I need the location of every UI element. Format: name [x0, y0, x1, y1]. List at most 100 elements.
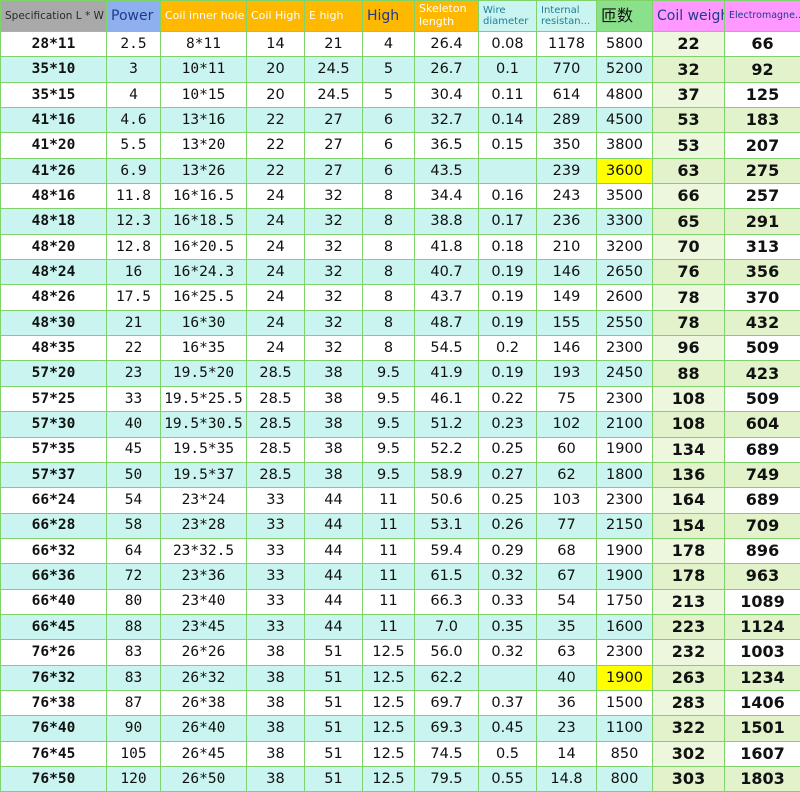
spec-cell[interactable]: 66*24 — [0, 487, 107, 514]
e-high-cell[interactable]: 51 — [304, 664, 363, 691]
electromagnet-cell[interactable]: 689 — [724, 436, 800, 463]
coil-weight-cell[interactable]: 37 — [652, 81, 725, 109]
coil-inner-hole-cell[interactable]: 23*32.5 — [160, 537, 247, 565]
coil-high-cell[interactable]: 24 — [246, 309, 305, 337]
power-cell[interactable]: 3 — [106, 56, 161, 83]
wire-diameter-cell[interactable]: 0.33 — [478, 588, 537, 615]
power-cell[interactable]: 80 — [106, 588, 161, 615]
spec-cell[interactable]: 66*32 — [0, 537, 107, 565]
wire-diameter-cell[interactable]: 0.19 — [478, 259, 537, 286]
coil-weight-cell[interactable]: 22 — [652, 30, 725, 58]
wire-diameter-cell[interactable]: 0.25 — [478, 436, 537, 463]
spec-cell[interactable]: 66*36 — [0, 563, 107, 590]
power-cell[interactable]: 21 — [106, 309, 161, 337]
spec-cell[interactable]: 76*50 — [0, 765, 107, 792]
high-cell[interactable]: 4 — [362, 30, 415, 58]
coil-inner-hole-cell[interactable]: 26*45 — [160, 740, 247, 767]
coil-weight-cell[interactable]: 223 — [652, 613, 725, 641]
coil-high-cell[interactable]: 28.5 — [246, 385, 305, 413]
spec-cell[interactable]: 48*30 — [0, 309, 107, 337]
internal-resistance-cell[interactable]: 36 — [536, 689, 597, 717]
spec-cell[interactable]: 48*18 — [0, 208, 107, 235]
coil-inner-hole-cell[interactable]: 19.5*20 — [160, 360, 247, 387]
power-cell[interactable]: 12.3 — [106, 208, 161, 235]
header-specification[interactable]: Specification L * W — [0, 0, 107, 32]
high-cell[interactable]: 5 — [362, 56, 415, 83]
electromagnet-cell[interactable]: 370 — [724, 284, 800, 311]
electromagnet-cell[interactable]: 291 — [724, 208, 800, 235]
header-coil-weight[interactable]: Coil weigh — [652, 0, 725, 32]
electromagnet-cell[interactable]: 1003 — [724, 639, 800, 666]
turns-cell[interactable]: 2650 — [596, 259, 653, 286]
e-high-cell[interactable]: 27 — [304, 132, 363, 159]
high-cell[interactable]: 11 — [362, 487, 415, 514]
wire-diameter-cell[interactable]: 0.55 — [478, 765, 537, 792]
e-high-cell[interactable]: 44 — [304, 512, 363, 539]
power-cell[interactable]: 50 — [106, 461, 161, 489]
coil-weight-cell[interactable]: 283 — [652, 689, 725, 717]
coil-weight-cell[interactable]: 134 — [652, 436, 725, 463]
electromagnet-cell[interactable]: 509 — [724, 385, 800, 413]
high-cell[interactable]: 12.5 — [362, 715, 415, 742]
high-cell[interactable]: 9.5 — [362, 461, 415, 489]
turns-cell[interactable]: 2450 — [596, 360, 653, 387]
electromagnet-cell[interactable]: 183 — [724, 107, 800, 134]
internal-resistance-cell[interactable]: 62 — [536, 461, 597, 489]
skeleton-length-cell[interactable]: 36.5 — [414, 132, 479, 159]
internal-resistance-cell[interactable]: 40 — [536, 664, 597, 691]
power-cell[interactable]: 88 — [106, 613, 161, 641]
electromagnet-cell[interactable]: 896 — [724, 537, 800, 565]
e-high-cell[interactable]: 32 — [304, 233, 363, 261]
spec-cell[interactable]: 28*11 — [0, 30, 107, 58]
header-wire-diameter[interactable]: Wire diameter — [478, 0, 537, 32]
turns-cell[interactable]: 1750 — [596, 588, 653, 615]
e-high-cell[interactable]: 51 — [304, 639, 363, 666]
power-cell[interactable]: 87 — [106, 689, 161, 717]
e-high-cell[interactable]: 38 — [304, 436, 363, 463]
internal-resistance-cell[interactable]: 146 — [536, 259, 597, 286]
skeleton-length-cell[interactable]: 26.7 — [414, 56, 479, 83]
skeleton-length-cell[interactable]: 74.5 — [414, 740, 479, 767]
high-cell[interactable]: 9.5 — [362, 385, 415, 413]
high-cell[interactable]: 6 — [362, 107, 415, 134]
internal-resistance-cell[interactable]: 23 — [536, 715, 597, 742]
wire-diameter-cell[interactable]: 0.27 — [478, 461, 537, 489]
wire-diameter-cell[interactable]: 0.16 — [478, 183, 537, 210]
power-cell[interactable]: 90 — [106, 715, 161, 742]
high-cell[interactable]: 9.5 — [362, 411, 415, 438]
internal-resistance-cell[interactable]: 75 — [536, 385, 597, 413]
electromagnet-cell[interactable]: 1089 — [724, 588, 800, 615]
e-high-cell[interactable]: 27 — [304, 107, 363, 134]
high-cell[interactable]: 6 — [362, 132, 415, 159]
e-high-cell[interactable]: 44 — [304, 588, 363, 615]
coil-high-cell[interactable]: 20 — [246, 56, 305, 83]
skeleton-length-cell[interactable]: 69.3 — [414, 715, 479, 742]
e-high-cell[interactable]: 51 — [304, 765, 363, 792]
spec-cell[interactable]: 76*40 — [0, 715, 107, 742]
coil-high-cell[interactable]: 24 — [246, 259, 305, 286]
wire-diameter-cell[interactable]: 0.11 — [478, 81, 537, 109]
turns-cell[interactable]: 1900 — [596, 436, 653, 463]
internal-resistance-cell[interactable]: 289 — [536, 107, 597, 134]
coil-inner-hole-cell[interactable]: 26*38 — [160, 689, 247, 717]
coil-inner-hole-cell[interactable]: 26*50 — [160, 765, 247, 792]
coil-weight-cell[interactable]: 164 — [652, 487, 725, 514]
power-cell[interactable]: 33 — [106, 385, 161, 413]
internal-resistance-cell[interactable]: 236 — [536, 208, 597, 235]
e-high-cell[interactable]: 44 — [304, 487, 363, 514]
power-cell[interactable]: 22 — [106, 335, 161, 362]
wire-diameter-cell[interactable]: 0.2 — [478, 335, 537, 362]
high-cell[interactable]: 8 — [362, 284, 415, 311]
internal-resistance-cell[interactable]: 614 — [536, 81, 597, 109]
high-cell[interactable]: 8 — [362, 183, 415, 210]
internal-resistance-cell[interactable]: 1178 — [536, 30, 597, 58]
internal-resistance-cell[interactable]: 14.8 — [536, 765, 597, 792]
coil-inner-hole-cell[interactable]: 16*35 — [160, 335, 247, 362]
skeleton-length-cell[interactable]: 56.0 — [414, 639, 479, 666]
coil-high-cell[interactable]: 33 — [246, 537, 305, 565]
coil-weight-cell[interactable]: 178 — [652, 563, 725, 590]
coil-weight-cell[interactable]: 108 — [652, 411, 725, 438]
turns-cell[interactable]: 1900 — [596, 664, 653, 691]
electromagnet-cell[interactable]: 1406 — [724, 689, 800, 717]
skeleton-length-cell[interactable]: 40.7 — [414, 259, 479, 286]
